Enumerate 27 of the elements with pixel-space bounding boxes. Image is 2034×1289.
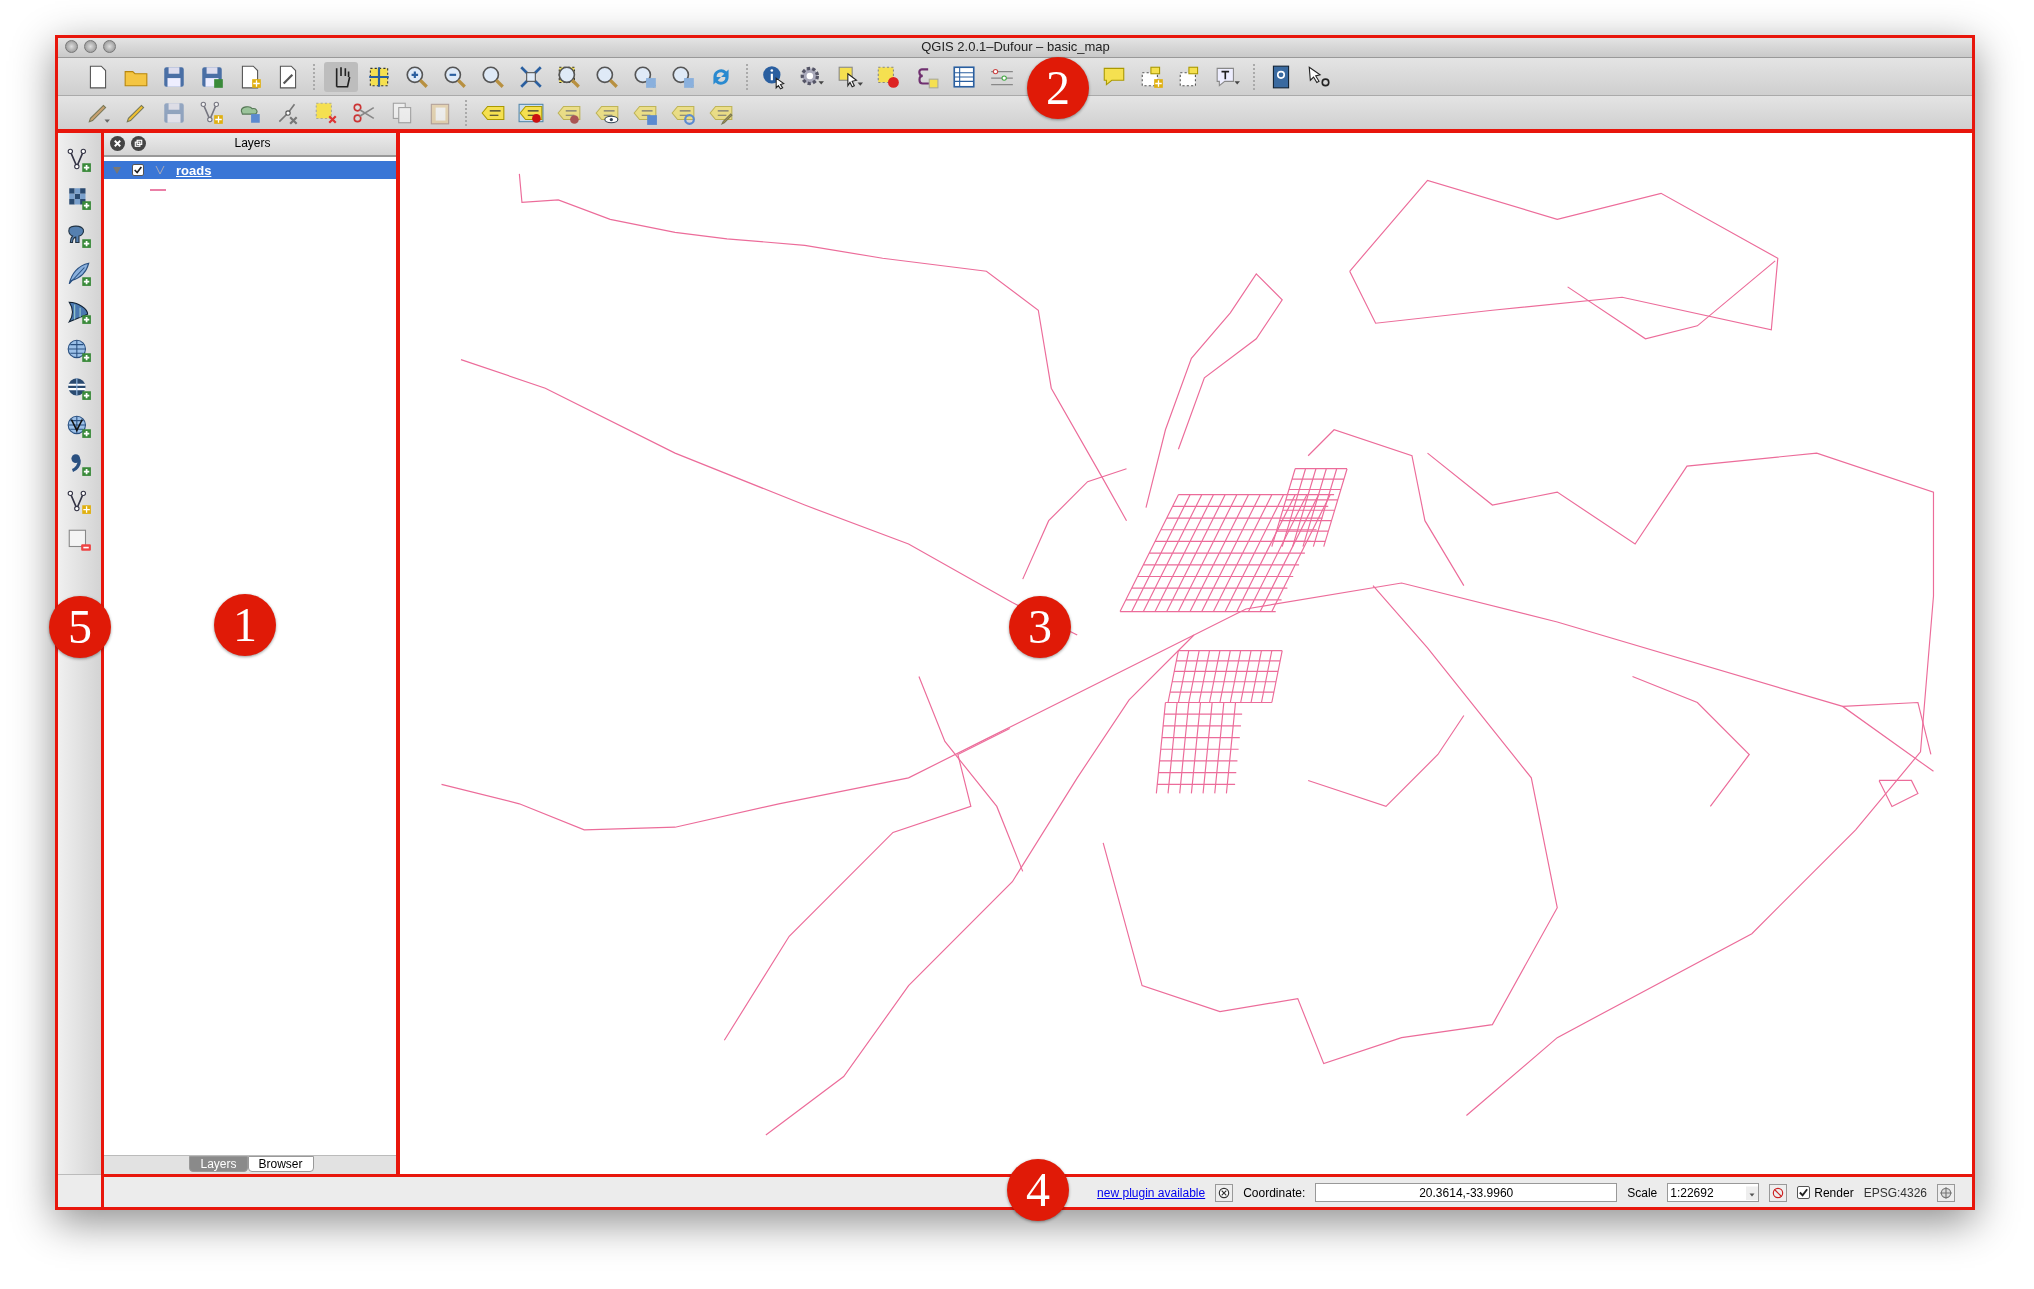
close-button[interactable] (110, 135, 125, 151)
layer-row[interactable]: roads (104, 161, 399, 179)
window-control[interactable] (84, 39, 97, 53)
render-label: Render (1814, 1185, 1854, 1200)
panel-tab[interactable]: Browser (247, 1156, 314, 1172)
coordinate-label: Coordinate: (1243, 1185, 1306, 1200)
layer-checkbox[interactable] (132, 164, 144, 176)
crs-label[interactable]: EPSG:4326 (1863, 1185, 1927, 1200)
window-title: QGIS 2.0.1–Dufour – basic_map (920, 38, 1111, 54)
panel-title: Layers (233, 136, 272, 150)
plugin-link[interactable]: new plugin available (1097, 1185, 1206, 1200)
caret-icon (1746, 1185, 1759, 1200)
close-icon (112, 137, 123, 149)
scale-label: Scale (1627, 1185, 1658, 1200)
scale-dropdown[interactable]: 1:22692 (1667, 1183, 1760, 1202)
window-control[interactable] (103, 39, 116, 53)
messages-button[interactable] (1215, 1183, 1234, 1202)
line-layer-icon (154, 163, 166, 177)
stop-render-button[interactable] (1769, 1183, 1788, 1202)
coordinate-field[interactable]: 20.3614,-33.9960 (1315, 1183, 1618, 1202)
legend-line-icon (150, 189, 166, 191)
float-button[interactable] (131, 135, 146, 151)
hand-icon[interactable] (324, 61, 358, 92)
windows-icon (133, 137, 144, 149)
projection-button[interactable] (1937, 1183, 1955, 1202)
render-checkbox[interactable] (1797, 1186, 1811, 1199)
window-control[interactable] (65, 39, 78, 53)
